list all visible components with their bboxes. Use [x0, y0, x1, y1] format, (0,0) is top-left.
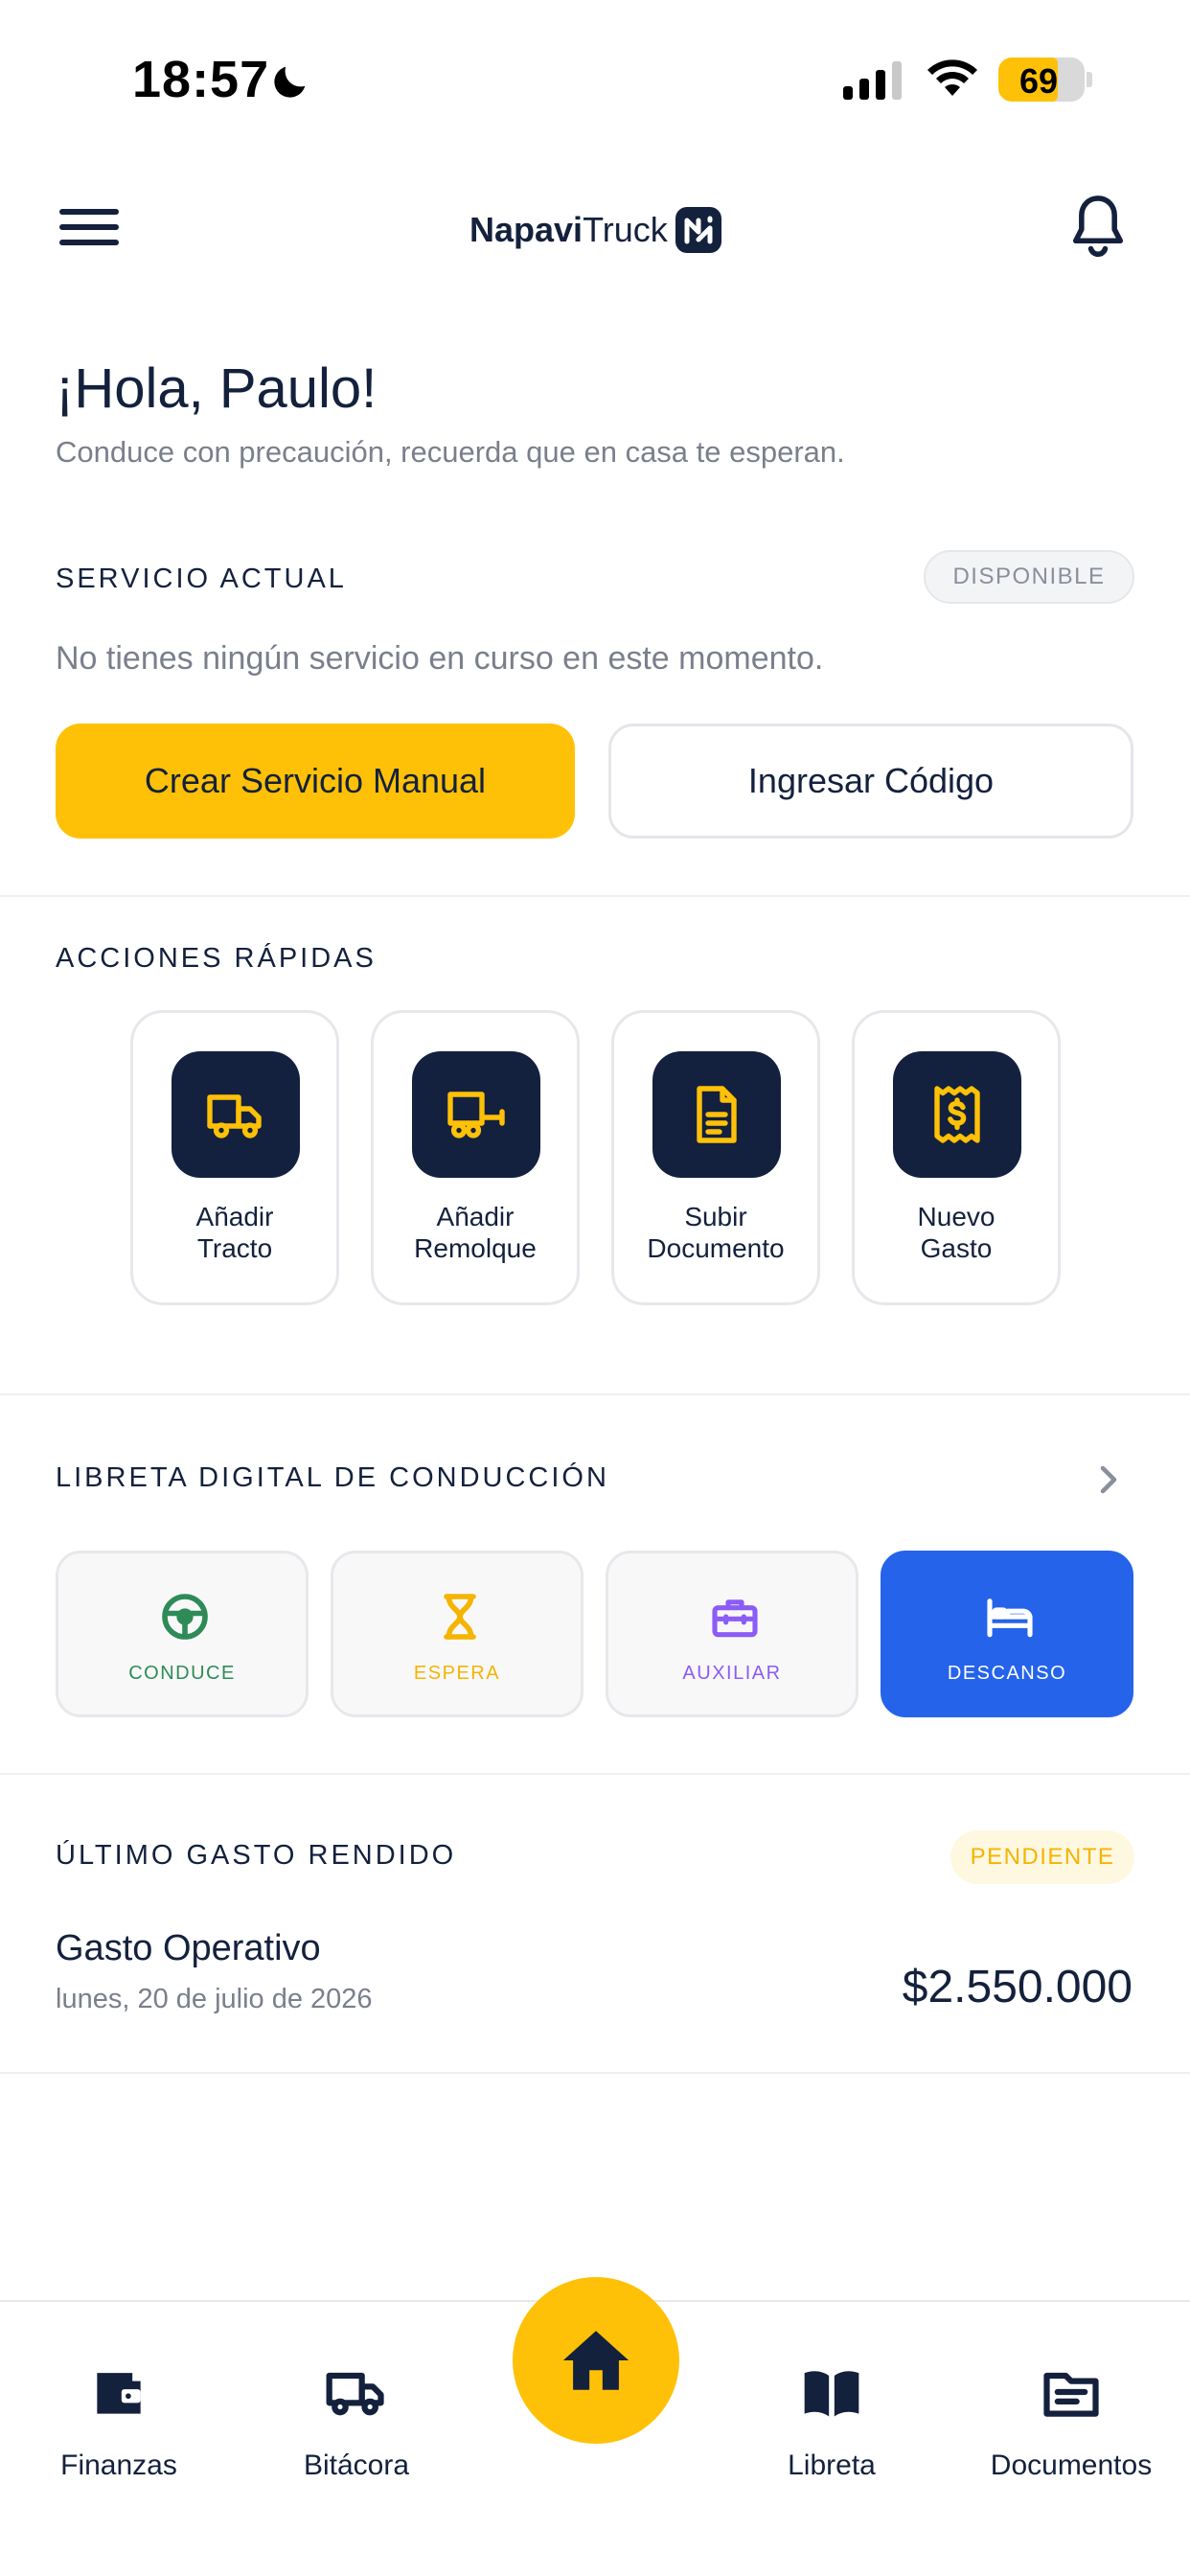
menu-line — [59, 209, 119, 215]
nav-item-bitacora[interactable]: Bitácora — [251, 2359, 462, 2494]
driving-state-descanso[interactable]: DESCANSO — [881, 1551, 1133, 1717]
quick-action-label-line2: Remolque — [414, 1233, 537, 1263]
steering-wheel-icon — [162, 1594, 208, 1640]
quick-action-icon-bg — [893, 1051, 1021, 1178]
battery-indicator: 69 — [998, 58, 1085, 102]
truck-icon — [207, 1094, 262, 1138]
home-icon — [562, 2331, 629, 2390]
brand-mark-icon — [675, 207, 721, 253]
divider — [0, 2072, 1190, 2074]
quick-action-add-trailer[interactable]: Añadir Remolque — [371, 1010, 580, 1305]
wallet-icon — [97, 2373, 141, 2414]
greeting-subtitle: Conduce con precaución, recuerda que en … — [56, 435, 845, 469]
driving-state-label: CONDUCE — [128, 1663, 236, 1684]
quick-action-label-line1: Nuevo — [917, 1202, 995, 1231]
hourglass-icon — [444, 1594, 476, 1640]
quick-action-label-line2: Documento — [647, 1233, 785, 1263]
app-header: NapaviTruck — [0, 172, 1190, 288]
battery-tip — [1087, 72, 1092, 87]
status-badge-pendiente: PENDIENTE — [950, 1830, 1134, 1884]
truck-icon — [326, 2372, 384, 2416]
document-icon — [697, 1086, 737, 1143]
create-manual-service-button[interactable]: Crear Servicio Manual — [56, 724, 575, 839]
nav-label: Documentos — [990, 2450, 1153, 2481]
driving-state-espera[interactable]: ESPERA — [331, 1551, 584, 1717]
quick-action-icon-bg — [172, 1051, 300, 1178]
quick-action-label: Subir Documento — [614, 1201, 817, 1264]
menu-line — [59, 240, 119, 245]
nav-label: Bitácora — [303, 2450, 410, 2481]
quick-action-label: Añadir Tracto — [133, 1201, 336, 1264]
driving-state-label: ESPERA — [413, 1663, 501, 1684]
menu-line — [59, 224, 119, 230]
quick-action-new-expense[interactable]: Nuevo Gasto — [852, 1010, 1061, 1305]
divider — [0, 1773, 1190, 1775]
quick-action-add-tractor[interactable]: Añadir Tracto — [130, 1010, 339, 1305]
book-icon — [804, 2371, 859, 2417]
brand-bold: Napavi — [469, 210, 584, 249]
status-badge-disponible: DISPONIBLE — [924, 550, 1134, 604]
quick-action-label-line1: Añadir — [195, 1202, 274, 1231]
moon-icon — [274, 66, 306, 98]
section-title-ultimo-gasto: ÚLTIMO GASTO RENDIDO — [56, 1840, 457, 1871]
wifi-icon — [927, 59, 977, 96]
expense-date: lunes, 20 de julio de 2026 — [56, 1984, 373, 2014]
section-title-libreta: LIBRETA DIGITAL DE CONDUCCIÓN — [56, 1462, 609, 1493]
nav-item-finanzas[interactable]: Finanzas — [13, 2359, 224, 2494]
quick-action-label-line2: Gasto — [920, 1233, 993, 1263]
status-time: 18:57 — [132, 51, 270, 108]
documents-icon — [1043, 2372, 1099, 2417]
trailer-icon — [447, 1092, 505, 1138]
driving-state-auxiliar[interactable]: AUXILIAR — [606, 1551, 858, 1717]
section-title-acciones-rapidas: ACCIONES RÁPIDAS — [56, 943, 377, 974]
nav-label: Finanzas — [60, 2450, 177, 2481]
divider — [0, 895, 1190, 897]
driving-state-label: DESCANSO — [947, 1663, 1067, 1684]
no-service-message: No tienes ningún servicio en curso en es… — [56, 640, 824, 677]
home-button[interactable] — [513, 2277, 679, 2444]
brand-name: NapaviTruck — [469, 210, 668, 250]
driving-state-conduce[interactable]: CONDUCE — [56, 1551, 309, 1717]
quick-action-label: Añadir Remolque — [374, 1201, 577, 1264]
chevron-right-icon[interactable] — [1094, 1462, 1123, 1497]
nav-item-documentos[interactable]: Documentos — [966, 2359, 1177, 2494]
brand-regular: Truck — [583, 210, 668, 249]
receipt-icon — [934, 1086, 980, 1143]
nav-label: Libreta — [788, 2450, 876, 2481]
toolbox-icon — [712, 1599, 758, 1638]
quick-action-icon-bg — [412, 1051, 540, 1178]
brand-logo: NapaviTruck — [469, 201, 721, 259]
enter-code-button[interactable]: Ingresar Código — [608, 724, 1133, 839]
section-title-servicio-actual: SERVICIO ACTUAL — [56, 564, 347, 594]
bed-icon — [987, 1598, 1033, 1638]
nav-item-libreta[interactable]: Libreta — [726, 2359, 937, 2494]
quick-action-label: Nuevo Gasto — [855, 1201, 1058, 1264]
status-bar: 18:57 69 — [0, 0, 1190, 163]
quick-action-label-line1: Añadir — [436, 1202, 515, 1231]
greeting-title: ¡Hola, Paulo! — [56, 357, 378, 420]
expense-amount: $2.550.000 — [902, 1962, 1133, 2012]
driving-state-label: AUXILIAR — [682, 1663, 782, 1684]
cellular-signal-icon — [843, 61, 902, 100]
quick-action-label-line1: Subir — [684, 1202, 747, 1231]
battery-percent: 69 — [1018, 61, 1059, 101]
expense-name: Gasto Operativo — [56, 1928, 321, 1968]
divider — [0, 1393, 1190, 1395]
hamburger-menu-icon[interactable] — [59, 201, 132, 259]
quick-action-label-line2: Tracto — [196, 1233, 273, 1263]
quick-action-icon-bg — [652, 1051, 781, 1178]
quick-action-upload-document[interactable]: Subir Documento — [611, 1010, 820, 1305]
bell-icon[interactable] — [1065, 192, 1131, 261]
